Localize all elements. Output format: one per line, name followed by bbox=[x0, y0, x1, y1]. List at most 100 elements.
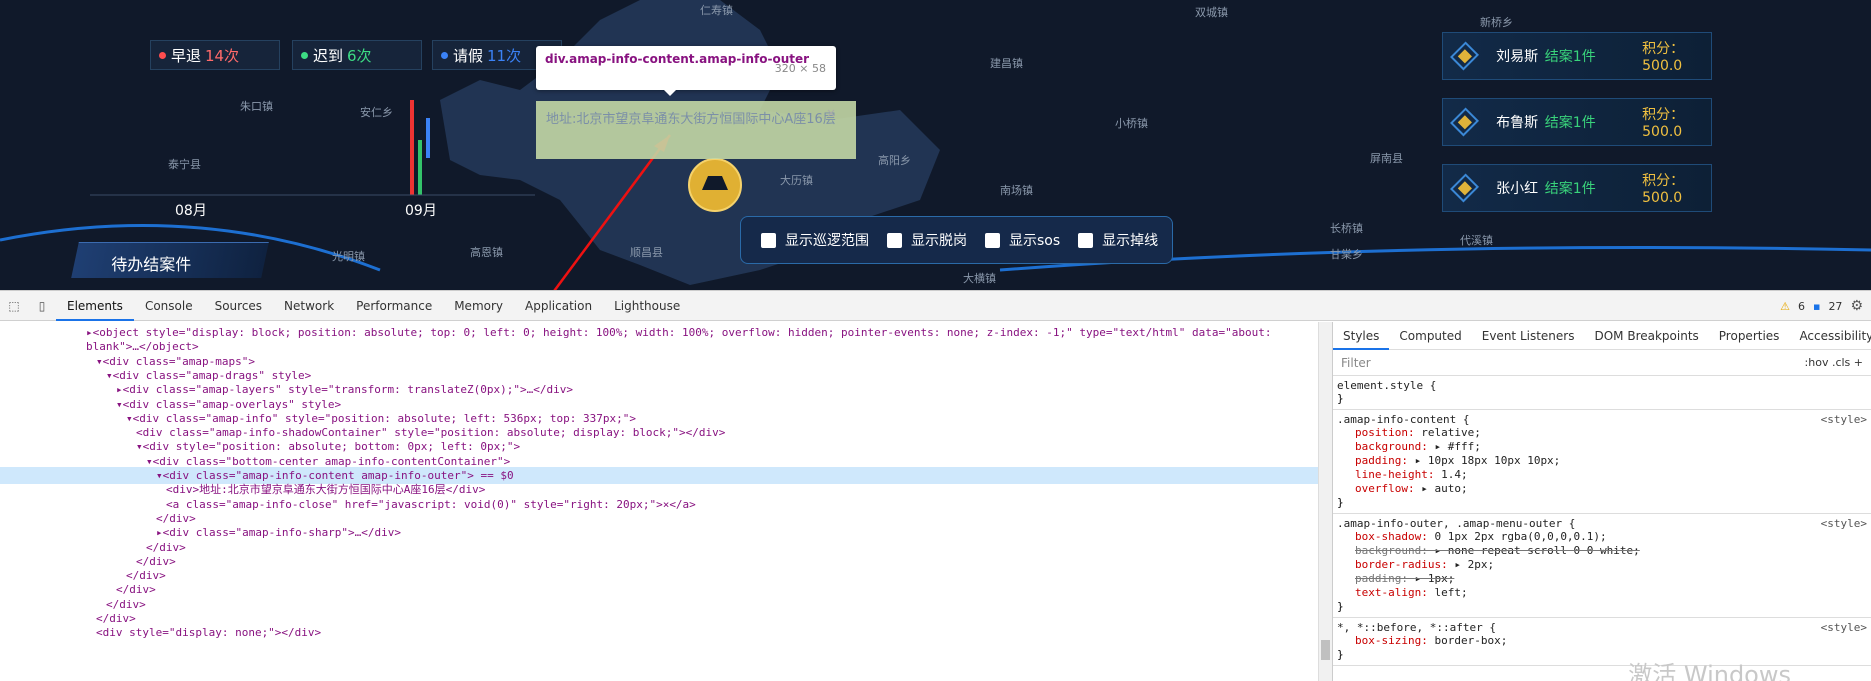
rule-close-brace: } bbox=[1337, 392, 1344, 405]
ranking-row[interactable]: 布鲁斯 结案1件 积分：500.0 bbox=[1442, 98, 1712, 146]
style-property[interactable]: background: ▸ #fff; bbox=[1337, 440, 1867, 454]
close-icon[interactable]: × bbox=[826, 105, 836, 122]
style-property[interactable]: padding: ▸ 1px; bbox=[1337, 572, 1867, 586]
tab-console[interactable]: Console bbox=[134, 291, 204, 321]
style-rule[interactable]: element.style {} bbox=[1333, 376, 1871, 410]
map-label: 仁寿镇 bbox=[700, 4, 733, 17]
rank-name: 布鲁斯 bbox=[1496, 115, 1539, 131]
tab-memory[interactable]: Memory bbox=[443, 291, 514, 321]
checkbox-sos[interactable]: 显示sos bbox=[985, 230, 1060, 250]
checkbox-offline[interactable]: 显示掉线 bbox=[1078, 230, 1158, 250]
status-dot bbox=[441, 51, 448, 59]
property-name: overflow: bbox=[1355, 482, 1422, 495]
map-label: 高阳乡 bbox=[878, 154, 911, 167]
checkbox-label: 显示sos bbox=[1009, 233, 1061, 249]
property-name: box-sizing: bbox=[1355, 634, 1435, 647]
checkbox[interactable] bbox=[887, 232, 902, 248]
dom-node-text: blank">…</object> bbox=[86, 340, 199, 354]
map-label: 小桥镇 bbox=[1115, 117, 1148, 130]
checkbox[interactable] bbox=[761, 232, 776, 248]
styles-filter-bar: Filter :hov .cls + bbox=[1333, 350, 1871, 376]
tab-event-listeners[interactable]: Event Listeners bbox=[1472, 322, 1585, 350]
map-label: 大横镇 bbox=[963, 272, 996, 285]
stat-value: 14次 bbox=[205, 46, 240, 65]
pending-title: 待办结案件 bbox=[111, 255, 192, 274]
property-name: padding: bbox=[1355, 572, 1415, 585]
checkbox-off-post[interactable]: 显示脱岗 bbox=[887, 230, 967, 250]
ranking-row[interactable]: 刘易斯 结案1件 积分：500.0 bbox=[1442, 32, 1712, 80]
style-property[interactable]: position: relative; bbox=[1337, 426, 1867, 440]
stat-leave-early: 早退 14次 bbox=[150, 40, 280, 70]
checkbox-patrol-range[interactable]: 显示巡逻范围 bbox=[761, 230, 869, 250]
map-layer-toggles: 显示巡逻范围 显示脱岗 显示sos 显示掉线 bbox=[740, 216, 1173, 264]
property-value: left; bbox=[1434, 586, 1468, 599]
tab-performance[interactable]: Performance bbox=[345, 291, 443, 321]
issues-icon[interactable]: ▪ bbox=[1813, 300, 1820, 313]
gear-icon[interactable]: ⚙ bbox=[1850, 298, 1863, 314]
stat-label: 迟到 bbox=[313, 46, 344, 65]
style-rule[interactable]: .amap-info-content {<style> position: rel… bbox=[1333, 410, 1871, 514]
map-label: 南场镇 bbox=[1000, 184, 1033, 197]
property-name: border-radius: bbox=[1355, 558, 1455, 571]
device-toggle-icon[interactable]: ▯ bbox=[28, 291, 56, 321]
style-property[interactable]: overflow: ▸ auto; bbox=[1337, 482, 1867, 496]
property-name: position: bbox=[1355, 426, 1422, 439]
tab-network[interactable]: Network bbox=[273, 291, 345, 321]
rule-source-link[interactable]: <style> bbox=[1821, 621, 1867, 634]
dom-node-text: </div> bbox=[116, 583, 156, 597]
dom-node-line[interactable]: <div style="display: none;"></div> bbox=[0, 624, 1318, 641]
style-property[interactable]: background: ▸ none repeat scroll 0 0 whi… bbox=[1337, 544, 1867, 558]
dom-node-text: <div style="display: none;"></div> bbox=[96, 626, 322, 640]
inspect-tooltip: div.amap-info-content.amap-info-outer 32… bbox=[536, 46, 836, 96]
style-property[interactable]: box-sizing: border-box; bbox=[1337, 634, 1867, 648]
property-name: background: bbox=[1355, 440, 1435, 453]
dom-node-text: ▾<div class="bottom-center amap-info-con… bbox=[146, 454, 511, 468]
rank-name: 刘易斯 bbox=[1496, 49, 1539, 65]
scroll-thumb[interactable] bbox=[1321, 640, 1330, 660]
style-property[interactable]: padding: ▸ 10px 18px 10px 10px; bbox=[1337, 454, 1867, 468]
property-value: ▸ 10px 18px 10px 10px; bbox=[1414, 454, 1561, 467]
elements-scrollbar[interactable] bbox=[1318, 322, 1332, 681]
styles-tabbar: Styles Computed Event Listeners DOM Brea… bbox=[1333, 322, 1871, 350]
rule-source-link[interactable]: <style> bbox=[1821, 413, 1867, 426]
property-value: 0 1px 2px rgba(0,0,0,0.1); bbox=[1434, 530, 1607, 543]
warning-icon[interactable]: ⚠ bbox=[1780, 300, 1790, 313]
dom-node-text: ▾<div class="amap-maps"> bbox=[96, 354, 255, 368]
elements-tree[interactable]: ▸<object style="display: block; position… bbox=[0, 322, 1318, 681]
tab-elements[interactable]: Elements bbox=[56, 291, 134, 321]
tab-application[interactable]: Application bbox=[514, 291, 603, 321]
tab-styles[interactable]: Styles bbox=[1333, 322, 1390, 350]
stat-label: 请假 bbox=[453, 46, 484, 65]
filter-tools[interactable]: :hov .cls + bbox=[1805, 356, 1863, 369]
tab-properties[interactable]: Properties bbox=[1709, 322, 1790, 350]
checkbox[interactable] bbox=[1078, 232, 1094, 248]
rank-cases: 结案1件 bbox=[1544, 115, 1596, 131]
diamond-icon bbox=[1450, 173, 1480, 203]
pending-cases-header[interactable]: 待办结案件 bbox=[71, 242, 269, 278]
tab-accessibility[interactable]: Accessibility bbox=[1789, 322, 1871, 350]
status-dot bbox=[301, 51, 308, 59]
property-value: relative; bbox=[1421, 426, 1481, 439]
inspect-element-icon[interactable]: ⬚ bbox=[0, 291, 28, 321]
style-property[interactable]: box-shadow: 0 1px 2px rgba(0,0,0,0.1); bbox=[1337, 530, 1867, 544]
rule-source-link[interactable]: <style> bbox=[1821, 517, 1867, 530]
style-property[interactable]: text-align: left; bbox=[1337, 586, 1867, 600]
filter-input[interactable]: Filter bbox=[1341, 356, 1371, 370]
stat-late: 迟到 6次 bbox=[292, 40, 422, 70]
rule-selector: .amap-info-content { bbox=[1337, 413, 1470, 426]
rank-score: 积分：500.0 bbox=[1642, 173, 1685, 206]
map-label: 屏南县 bbox=[1370, 152, 1403, 165]
tab-lighthouse[interactable]: Lighthouse bbox=[603, 291, 691, 321]
dom-node-text: ▸<div class="amap-info-sharp">…</div> bbox=[156, 526, 402, 540]
checkbox[interactable] bbox=[985, 232, 1000, 248]
dashboard-map-area[interactable]: 仁寿镇 建昌镇 顺昌县 南场镇 高阳乡 大历镇 小桥镇 屏南县 长桥镇 代溪镇 … bbox=[0, 0, 1871, 290]
style-property[interactable]: line-height: 1.4; bbox=[1337, 468, 1867, 482]
tab-dom-breakpoints[interactable]: DOM Breakpoints bbox=[1584, 322, 1708, 350]
style-rule[interactable]: .amap-info-outer, .amap-menu-outer {<sty… bbox=[1333, 514, 1871, 618]
map-label: 双城镇 bbox=[1195, 6, 1228, 19]
ranking-row[interactable]: 张小红 结案1件 积分：500.0 bbox=[1442, 164, 1712, 212]
tab-sources[interactable]: Sources bbox=[204, 291, 273, 321]
tab-computed[interactable]: Computed bbox=[1389, 322, 1471, 350]
style-property[interactable]: border-radius: ▸ 2px; bbox=[1337, 558, 1867, 572]
map-label: 光明镇 bbox=[332, 250, 365, 263]
